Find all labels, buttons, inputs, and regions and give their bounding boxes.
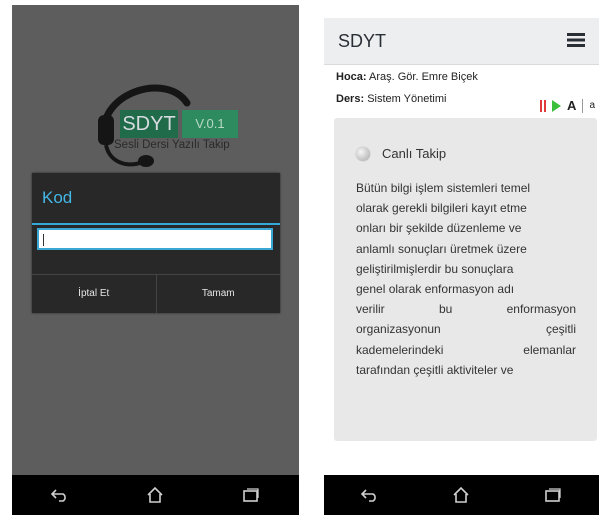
- recents-icon[interactable]: [240, 484, 262, 506]
- back-icon[interactable]: [359, 484, 381, 506]
- back-icon[interactable]: [49, 484, 71, 506]
- play-icon[interactable]: [552, 99, 562, 112]
- code-input[interactable]: [37, 228, 273, 250]
- dialog-title: Kod: [32, 173, 280, 225]
- system-navbar: [12, 475, 299, 515]
- teacher-row: Hoca: Araş. Gör. Emre Biçek: [336, 71, 478, 83]
- course-label: Ders:: [336, 93, 365, 105]
- teacher-name: Araş. Gör. Emre Biçek: [369, 71, 478, 83]
- transcript-line: geliştirilmişlerdir bu sonuçlara: [356, 261, 514, 276]
- app-title: SDYT: [338, 31, 387, 51]
- home-icon[interactable]: [144, 484, 166, 506]
- cancel-button[interactable]: İptal Et: [32, 275, 156, 313]
- app-logo: SDYT V.0.1 Sesli Dersi Yazılı Takip: [92, 73, 242, 173]
- pause-icon[interactable]: [540, 99, 547, 112]
- divider: [582, 98, 584, 113]
- home-icon[interactable]: [450, 484, 472, 506]
- transcript-text: Bütün bilgi işlem sistemleri temel olarak…: [356, 178, 576, 380]
- dialog-button-bar: İptal Et Tamam: [32, 274, 280, 313]
- transcript-line: tarafından çeşitli aktiviteler ve: [356, 362, 514, 377]
- transcript-line: Bütün bilgi işlem sistemleri temel: [356, 181, 531, 195]
- transcript-line: kademelerindeki elemanlar: [356, 342, 576, 357]
- radio-icon[interactable]: [356, 146, 370, 161]
- login-screen: SDYT V.0.1 Sesli Dersi Yazılı Takip Kod …: [12, 5, 299, 515]
- playback-controls: A a: [540, 98, 595, 113]
- transcript-line: anlamlı sonuçları üretmek üzere: [356, 241, 527, 256]
- recents-icon[interactable]: [542, 484, 564, 506]
- transcript-card: Canlı Takip Bütün bilgi işlem sistemleri…: [334, 118, 597, 441]
- app-bar: SDYT: [324, 18, 599, 65]
- text-caret: [43, 234, 44, 246]
- logo-subtitle: Sesli Dersi Yazılı Takip: [114, 139, 230, 151]
- code-dialog: Kod İptal Et Tamam: [32, 173, 280, 313]
- system-navbar: [324, 475, 599, 515]
- lecture-info: Hoca: Araş. Gör. Emre Biçek Ders: Sistem…: [336, 71, 478, 105]
- lecture-screen: SDYT Hoca: Araş. Gör. Emre Biçek Ders: S…: [324, 18, 599, 515]
- live-follow-toggle[interactable]: Canlı Takip: [356, 146, 446, 161]
- live-follow-label: Canlı Takip: [382, 146, 447, 161]
- transcript-line: verilir bu enformasyon: [356, 302, 576, 317]
- font-decrease-button[interactable]: a: [589, 100, 595, 111]
- menu-icon[interactable]: [567, 32, 585, 53]
- transcript-line: olarak gerekli bilgileri kayıt etme: [356, 201, 527, 216]
- transcript-line: organizasyonun çeşitli: [356, 322, 576, 337]
- course-name: Sistem Yönetimi: [367, 93, 447, 105]
- logo-version: V.0.1: [182, 110, 238, 138]
- teacher-label: Hoca:: [336, 71, 367, 83]
- transcript-line: onları bir şekilde düzenleme ve: [356, 221, 522, 236]
- course-row: Ders: Sistem Yönetimi: [336, 93, 478, 105]
- transcript-line: genel olarak enformasyon adı: [356, 282, 515, 297]
- logo-title: SDYT: [120, 110, 178, 138]
- ok-button[interactable]: Tamam: [155, 275, 281, 313]
- font-increase-button[interactable]: A: [567, 98, 576, 113]
